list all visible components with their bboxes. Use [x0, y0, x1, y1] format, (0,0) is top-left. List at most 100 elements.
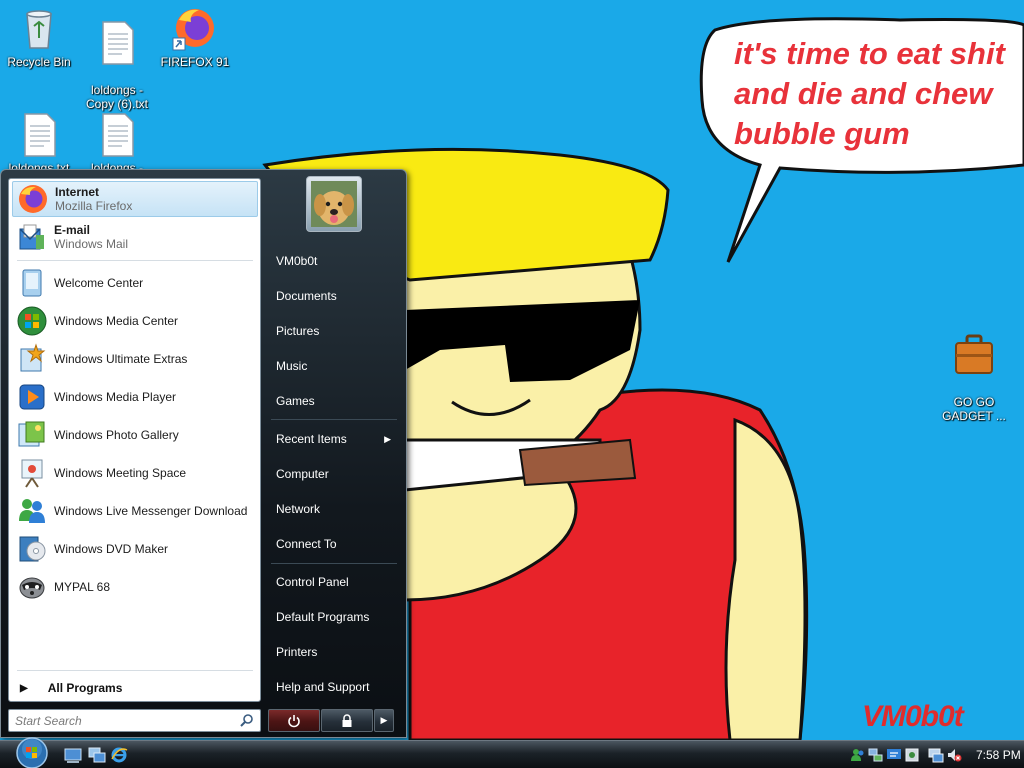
- start-menu-pictures[interactable]: Pictures: [267, 316, 397, 346]
- tray-icon[interactable]: [904, 747, 920, 763]
- mypal-icon: [19, 577, 45, 599]
- start-menu-user-name[interactable]: VM0b0t: [267, 246, 397, 276]
- right-item-label: Computer: [276, 467, 329, 481]
- start-menu-item-name: Internet: [55, 185, 100, 199]
- search-icon: [240, 714, 253, 727]
- dog-avatar-icon: [311, 181, 357, 227]
- power-button[interactable]: [268, 709, 320, 732]
- lock-button[interactable]: [321, 709, 373, 732]
- system-tray: 7:58 PM: [850, 743, 1024, 767]
- speech-bubble-text: it's time to eat shit and die and chew b…: [734, 36, 1005, 151]
- start-menu-programs-pane: Internet Mozilla Firefox E-mail Windows …: [8, 178, 261, 702]
- start-menu-item-internet[interactable]: Internet Mozilla Firefox: [12, 181, 258, 217]
- security-center-tray-icon[interactable]: [886, 747, 902, 763]
- start-search-placeholder: Start Search: [15, 714, 82, 728]
- start-menu-item-welcome-center[interactable]: Welcome Center: [12, 265, 258, 301]
- text-file-icon: [24, 113, 56, 157]
- messenger-icon: [19, 499, 45, 523]
- start-menu: Internet Mozilla Firefox E-mail Windows …: [0, 169, 407, 738]
- right-item-label: Network: [276, 502, 321, 516]
- start-menu-network[interactable]: Network: [267, 494, 397, 524]
- media-player-icon: [19, 384, 45, 410]
- desktop-icon-label: Recycle Bin: [7, 55, 71, 69]
- start-menu-item-subtitle: Windows Mail: [54, 237, 129, 251]
- start-menu-item-windows-media-center[interactable]: Windows Media Center: [12, 303, 258, 339]
- start-menu-recent-items[interactable]: Recent Items ▶: [267, 424, 397, 454]
- start-menu-item-name: Welcome Center: [54, 276, 144, 290]
- firefox-icon: [19, 185, 47, 213]
- desktop-icon-loldongs[interactable]: loldongs.txt: [0, 110, 78, 175]
- start-menu-item-email[interactable]: E-mail Windows Mail: [12, 219, 258, 255]
- start-menu-item-subtitle: Mozilla Firefox: [55, 199, 133, 213]
- start-menu-games[interactable]: Games: [267, 386, 397, 416]
- start-menu-item-mypal-68[interactable]: MYPAL 68: [12, 569, 258, 605]
- start-menu-item-ultimate-extras[interactable]: Windows Ultimate Extras: [12, 341, 258, 377]
- right-item-label: Help and Support: [276, 680, 370, 694]
- start-menu-computer[interactable]: Computer: [267, 459, 397, 489]
- start-search-input[interactable]: Start Search: [8, 709, 261, 732]
- start-menu-item-windows-media-player[interactable]: Windows Media Player: [12, 379, 258, 415]
- all-programs-button[interactable]: ▶ All Programs: [12, 677, 258, 699]
- start-menu-default-programs[interactable]: Default Programs: [267, 602, 397, 632]
- ultimate-extras-icon: [20, 343, 46, 372]
- start-menu-item-windows-meeting-space[interactable]: Windows Meeting Space: [12, 455, 258, 491]
- start-menu-item-windows-photo-gallery[interactable]: Windows Photo Gallery: [12, 417, 258, 453]
- desktop-icon-label: FIREFOX 91: [160, 55, 230, 69]
- desktop-icon-label: GO GO GADGET ...: [942, 395, 1006, 423]
- right-item-label: VM0b0t: [276, 254, 318, 268]
- wallpaper-signature: VM0b0t: [862, 700, 964, 733]
- desktop-icon-label: loldongs - Copy (6).txt: [85, 83, 148, 111]
- shutdown-options-button[interactable]: ▶: [374, 709, 394, 732]
- right-item-label: Default Programs: [276, 610, 370, 624]
- desktop-icon-recycle-bin[interactable]: Recycle Bin: [0, 4, 78, 69]
- show-desktop-icon[interactable]: [64, 746, 82, 764]
- user-account-picture[interactable]: [306, 176, 362, 232]
- media-center-icon: [17, 306, 47, 336]
- right-item-label: Music: [276, 359, 308, 373]
- text-file-icon: [102, 21, 134, 65]
- briefcase-icon: [955, 334, 993, 374]
- start-menu-connect-to[interactable]: Connect To: [267, 529, 397, 559]
- desktop-icon-firefox-91[interactable]: FIREFOX 91: [156, 4, 234, 69]
- network-sharing-tray-icon[interactable]: [868, 747, 884, 763]
- start-menu-music[interactable]: Music: [267, 351, 397, 381]
- start-menu-item-name: MYPAL 68: [54, 580, 111, 594]
- users-tray-icon[interactable]: [850, 747, 866, 763]
- desktop-icon-go-go-gadget[interactable]: GO GO GADGET ...: [935, 316, 1013, 423]
- photo-gallery-icon: [18, 421, 45, 447]
- right-item-label: Printers: [276, 645, 318, 659]
- text-file-icon: [102, 113, 134, 157]
- power-button-bar: ▶: [268, 709, 394, 732]
- start-menu-item-name: E-mail: [54, 223, 91, 237]
- display-tray-icon[interactable]: [928, 747, 944, 763]
- start-menu-item-live-messenger-download[interactable]: Windows Live Messenger Download: [12, 493, 258, 529]
- start-menu-item-name: Windows Photo Gallery: [54, 428, 179, 442]
- dvd-maker-icon: [19, 536, 46, 562]
- power-icon: [288, 714, 300, 727]
- start-menu-right-separator: [271, 419, 397, 420]
- right-item-label: Games: [276, 394, 315, 408]
- switch-windows-icon[interactable]: [88, 746, 106, 764]
- welcome-center-icon: [22, 269, 42, 297]
- desktop-icon-loldongs-2[interactable]: loldongs -: [78, 110, 156, 175]
- start-menu-documents[interactable]: Documents: [267, 281, 397, 311]
- start-menu-help-and-support[interactable]: Help and Support: [267, 672, 397, 702]
- lock-icon: [342, 713, 352, 727]
- start-menu-item-name: Windows Live Messenger Download: [54, 504, 248, 518]
- start-menu-control-panel[interactable]: Control Panel: [267, 567, 397, 597]
- start-menu-item-name: Windows DVD Maker: [54, 542, 169, 556]
- desktop-icon-loldongs-copy[interactable]: loldongs - Copy (6).txt: [78, 4, 156, 111]
- start-menu-item-name: Windows Media Player: [54, 390, 177, 404]
- start-menu-item-name: Windows Ultimate Extras: [54, 352, 188, 366]
- taskbar: 7:58 PM: [0, 737, 1024, 768]
- internet-explorer-icon[interactable]: [110, 746, 128, 764]
- triangle-right-icon: ▶: [380, 715, 388, 725]
- taskbar-clock[interactable]: 7:58 PM: [976, 748, 1021, 762]
- start-button[interactable]: [8, 735, 52, 768]
- volume-muted-icon[interactable]: [946, 747, 962, 763]
- right-item-label: Pictures: [276, 324, 320, 338]
- start-menu-printers[interactable]: Printers: [267, 637, 397, 667]
- start-menu-item-windows-dvd-maker[interactable]: Windows DVD Maker: [12, 531, 258, 567]
- mail-icon: [19, 224, 44, 250]
- start-menu-separator: [17, 260, 253, 261]
